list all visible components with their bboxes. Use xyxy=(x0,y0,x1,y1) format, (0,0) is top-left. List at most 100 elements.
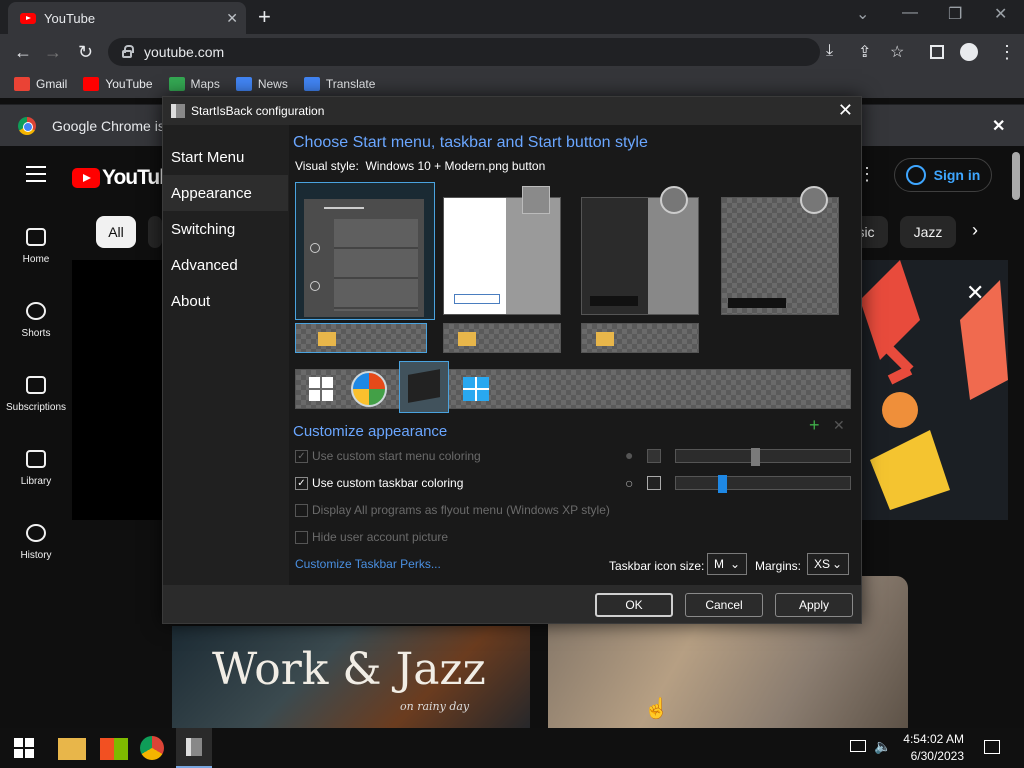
tab-close-icon[interactable]: ✕ xyxy=(226,10,238,27)
start-menu-color-swatch[interactable] xyxy=(647,449,661,463)
taskbar-style-2[interactable] xyxy=(443,323,561,353)
history-icon xyxy=(26,524,46,542)
tab-search-icon[interactable]: ⌄ xyxy=(856,4,869,24)
taskbar-style-3[interactable] xyxy=(581,323,699,353)
chrome-taskbar-icon[interactable] xyxy=(140,736,164,760)
transparency-drop-icon: ○ xyxy=(625,475,634,491)
ok-button[interactable]: OK xyxy=(595,593,673,617)
windows8-start-button-icon[interactable] xyxy=(463,377,489,401)
hamburger-menu-icon[interactable] xyxy=(26,166,46,182)
side-panel-icon[interactable] xyxy=(930,45,944,59)
forward-arrow-icon[interactable]: → xyxy=(44,42,62,63)
nav-advanced[interactable]: Advanced xyxy=(163,247,288,283)
add-style-icon[interactable]: + xyxy=(809,415,820,436)
ad-banner[interactable] xyxy=(860,260,1008,520)
nav-about[interactable]: About xyxy=(163,283,288,319)
modern-png-button-selected[interactable] xyxy=(399,361,449,413)
nav-switching[interactable]: Switching xyxy=(163,211,288,247)
bookmark-maps[interactable]: Maps xyxy=(168,77,220,91)
back-arrow-icon[interactable]: ← xyxy=(14,42,32,63)
checkbox[interactable] xyxy=(295,503,308,517)
guide-home[interactable]: Home xyxy=(0,228,72,265)
sign-in-button[interactable]: Sign in xyxy=(894,158,992,192)
cancel-button[interactable]: Cancel xyxy=(685,593,763,617)
new-tab-button[interactable]: + xyxy=(258,4,271,30)
store-icon[interactable] xyxy=(100,738,128,760)
guide-history[interactable]: History xyxy=(0,524,72,561)
folder-icon xyxy=(458,332,476,346)
taskbar-style-1[interactable] xyxy=(295,323,427,353)
option-xp-flyout-menu[interactable]: Display All programs as flyout menu (Win… xyxy=(295,503,610,517)
option-hide-user-picture[interactable]: Hide user account picture xyxy=(295,530,448,544)
option-label: Display All programs as flyout menu (Win… xyxy=(312,503,610,517)
start-menu-style-win10[interactable] xyxy=(295,182,435,320)
bookmark-gmail[interactable]: Gmail xyxy=(14,77,67,91)
chip-all[interactable]: All xyxy=(96,216,136,248)
nav-appearance[interactable]: Appearance xyxy=(163,175,288,211)
guide-shorts[interactable]: Shorts xyxy=(0,302,72,339)
profile-icon[interactable] xyxy=(960,43,978,61)
slider-thumb[interactable] xyxy=(717,475,727,493)
menu-dots-icon[interactable]: ⋮ xyxy=(998,42,1016,63)
windows7-orb-icon[interactable] xyxy=(351,371,387,407)
bookmark-translate[interactable]: Translate xyxy=(303,77,375,91)
install-icon[interactable]: ⤓ xyxy=(826,42,833,60)
chip-partial[interactable] xyxy=(148,216,162,248)
option-custom-taskbar-coloring[interactable]: ✓ Use custom taskbar coloring xyxy=(295,476,463,490)
checkbox[interactable] xyxy=(295,530,308,544)
checkbox[interactable]: ✓ xyxy=(295,449,308,463)
file-explorer-icon[interactable] xyxy=(58,738,86,760)
checkbox[interactable]: ✓ xyxy=(295,476,308,490)
guide-subscriptions[interactable]: Subscriptions xyxy=(0,376,72,413)
volume-muted-icon[interactable]: 🔈 xyxy=(874,738,891,755)
start-menu-style-win7[interactable] xyxy=(443,186,561,315)
minimize-button[interactable]: — xyxy=(902,4,918,22)
margins-select[interactable]: XS ⌄ xyxy=(807,553,849,575)
startisback-taskbar-button[interactable] xyxy=(176,728,212,768)
option-custom-start-menu-coloring[interactable]: ✓ Use custom start menu coloring xyxy=(295,449,481,463)
news-icon xyxy=(235,77,252,91)
bookmark-youtube[interactable]: YouTube xyxy=(83,77,153,91)
dialog-close-button[interactable]: ✕ xyxy=(838,100,853,121)
bookmark-label: News xyxy=(257,77,288,91)
chevron-down-icon: ⌄ xyxy=(729,557,740,571)
folder-icon xyxy=(596,332,614,346)
nav-start-menu[interactable]: Start Menu xyxy=(163,139,288,175)
remove-style-icon[interactable]: ✕ xyxy=(833,417,845,434)
page-scrollbar-thumb[interactable] xyxy=(1012,152,1020,200)
settings-icon xyxy=(310,281,320,291)
address-bar[interactable]: youtube.com xyxy=(108,38,820,66)
start-menu-style-dark[interactable] xyxy=(581,186,699,315)
system-clock[interactable]: 4:54:02 AM 6/30/2023 xyxy=(898,731,964,765)
chevron-right-icon[interactable]: › xyxy=(972,220,978,241)
close-window-button[interactable]: ✕ xyxy=(994,4,1007,24)
tab-youtube[interactable]: YouTube ✕ xyxy=(8,2,246,34)
infobar-close-icon[interactable]: ✕ xyxy=(992,116,1005,136)
reload-icon[interactable]: ↻ xyxy=(78,42,93,63)
apply-button[interactable]: Apply xyxy=(775,593,853,617)
customize-taskbar-perks-link[interactable]: Customize Taskbar Perks... xyxy=(295,557,441,571)
taskbar-color-swatch[interactable] xyxy=(647,476,661,490)
start-button-icon[interactable] xyxy=(14,738,34,758)
notifications-icon[interactable] xyxy=(984,740,1000,754)
chip-jazz[interactable]: Jazz xyxy=(900,216,956,248)
hand-cursor-icon: ☝ xyxy=(644,698,669,720)
style-heading: Choose Start menu, taskbar and Start but… xyxy=(293,134,648,151)
windows10-start-button-icon[interactable] xyxy=(309,377,333,401)
bookmark-star-icon[interactable]: ☆ xyxy=(890,42,904,62)
guide-library[interactable]: Library xyxy=(0,450,72,487)
icon-size-select[interactable]: M ⌄ xyxy=(707,553,747,575)
slider-thumb[interactable] xyxy=(751,448,761,466)
restore-button[interactable]: ❐ xyxy=(948,4,962,24)
start-menu-style-transparent[interactable] xyxy=(721,186,839,315)
start-menu-opacity-slider[interactable] xyxy=(675,448,851,466)
network-icon[interactable] xyxy=(850,740,866,752)
ad-close-icon[interactable]: ✕ xyxy=(966,280,984,306)
startisback-taskbar-icon xyxy=(186,738,202,756)
share-icon[interactable]: ⇪ xyxy=(858,42,871,62)
option-label: Use custom start menu coloring xyxy=(312,449,481,463)
thumbnail-subtitle-text: on rainy day xyxy=(400,700,470,713)
folder-icon xyxy=(318,332,336,346)
taskbar-opacity-slider[interactable] xyxy=(675,475,851,493)
bookmark-news[interactable]: News xyxy=(235,77,288,91)
